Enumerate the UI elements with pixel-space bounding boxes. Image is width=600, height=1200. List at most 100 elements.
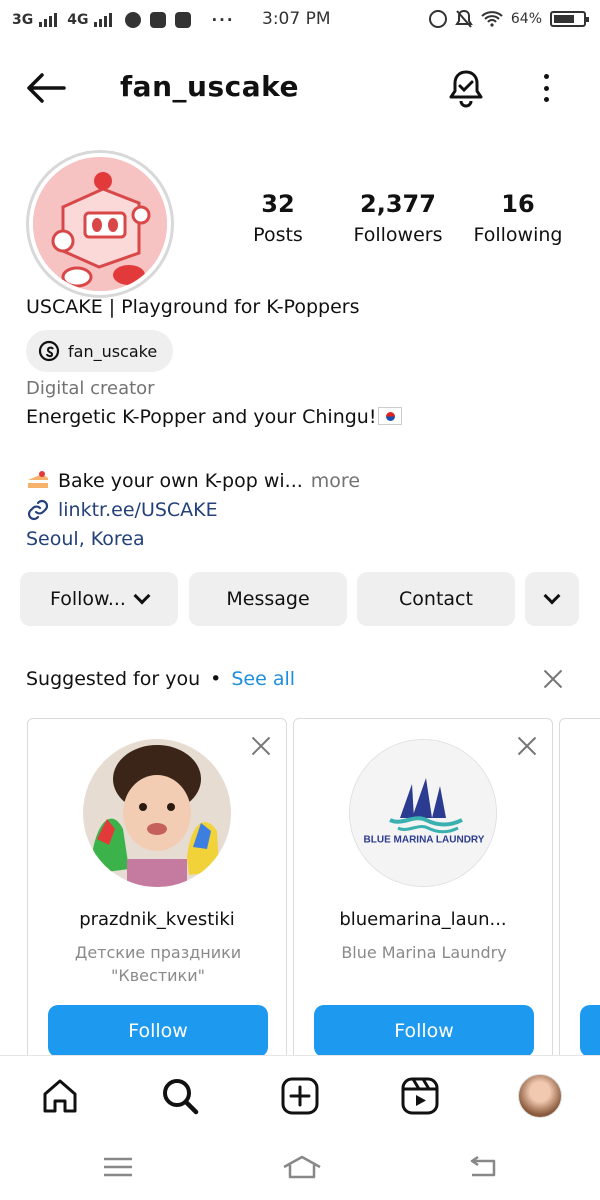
threads-handle: fan_uscake [68, 341, 158, 361]
korea-flag-icon [378, 407, 403, 425]
suggested-card[interactable] [559, 718, 600, 1068]
suggested-card[interactable]: prazdnik_kvestiki Детские праздники "Кве… [27, 718, 287, 1068]
profile-location[interactable]: Seoul, Korea [26, 528, 145, 550]
bio-link-text: linktr.ee/USCAKE [58, 499, 218, 521]
recent-apps-icon[interactable] [102, 1153, 134, 1181]
posts-count: 32 [261, 190, 295, 218]
network-3g-label: 3G [12, 12, 34, 28]
suggested-toggle-button[interactable] [525, 572, 579, 626]
contact-button[interactable]: Contact [357, 572, 515, 626]
following-count: 16 [501, 190, 535, 218]
arrow-left-icon [27, 73, 66, 103]
notification-app-icon [125, 12, 142, 28]
home-button-icon[interactable] [282, 1153, 322, 1181]
back-button[interactable] [26, 70, 66, 106]
profile-avatar[interactable] [26, 150, 174, 298]
threads-icon [38, 340, 60, 362]
notification-app-icon [175, 12, 192, 28]
follow-button[interactable]: Follow [48, 1005, 268, 1057]
nav-reels[interactable] [398, 1074, 442, 1118]
profile-stats: 32 Posts 2,377 Followers 16 Following [218, 190, 578, 246]
bio-line-1: Energetic K-Popper and your Chingu! [26, 406, 377, 428]
profile-header: fan_uscake [0, 60, 600, 116]
plus-square-icon [281, 1077, 319, 1115]
contact-button-label: Contact [399, 588, 473, 610]
bio-more-link[interactable]: more [311, 470, 360, 492]
follow-button[interactable]: Follow [314, 1005, 534, 1057]
youtube-notification-icon [150, 12, 167, 28]
followers-label: Followers [353, 224, 443, 246]
child-photo [83, 739, 231, 887]
threads-badge[interactable]: fan_uscake [26, 330, 174, 372]
status-bar: 3G 4G ··· 3:07 PM 64% [0, 0, 600, 40]
follow-button[interactable] [580, 1005, 600, 1057]
system-navigation [0, 1135, 600, 1200]
more-options-button[interactable] [534, 70, 558, 106]
suggested-username[interactable]: prazdnik_kvestiki [28, 909, 286, 930]
bell-check-icon [449, 70, 483, 108]
stat-following[interactable]: 16 Following [458, 190, 578, 246]
suggested-username[interactable]: bluemarina_laun... [294, 909, 552, 930]
suggested-header: Suggested for you • See all [26, 668, 295, 690]
separator-dot: • [210, 668, 222, 690]
see-all-link[interactable]: See all [231, 668, 295, 690]
stat-posts[interactable]: 32 Posts [218, 190, 338, 246]
profile-actions: Follow... Message Contact [20, 572, 580, 626]
follow-button-label: Follow... [50, 588, 126, 610]
stat-followers[interactable]: 2,377 Followers [338, 190, 458, 246]
follow-dropdown-button[interactable]: Follow... [20, 572, 178, 626]
nav-create[interactable] [278, 1074, 322, 1118]
profile-avatar-icon [518, 1074, 562, 1118]
bottom-navigation [0, 1055, 600, 1135]
dismiss-suggestions-icon[interactable] [542, 668, 564, 690]
bio-text-2: Bake your own K-pop wi... more [26, 470, 360, 492]
network-4g-label: 4G [67, 12, 89, 28]
suggested-subtitle: Детские праздники "Квестики" [74, 943, 242, 985]
suggested-subtitle: Blue Marina Laundry [341, 943, 507, 962]
battery-icon [550, 11, 589, 27]
dot-icon [543, 97, 549, 102]
message-button[interactable]: Message [189, 572, 347, 626]
back-system-icon[interactable] [466, 1153, 498, 1181]
profile-category: Digital creator [26, 378, 155, 399]
home-icon [43, 1079, 77, 1113]
alarm-icon [428, 10, 447, 28]
signal-icon [39, 13, 58, 27]
suggested-avatar[interactable]: BLUE MARINA LAUNDRY [349, 739, 497, 887]
logo-text: BLUE MARINA LAUNDRY [364, 834, 485, 845]
mute-icon [455, 9, 473, 28]
close-icon[interactable] [250, 735, 272, 757]
suggested-avatar[interactable] [83, 739, 231, 887]
reels-icon [401, 1077, 439, 1115]
blue-marina-logo: BLUE MARINA LAUNDRY [350, 740, 496, 886]
link-icon [27, 499, 49, 521]
profile-display-name: USCAKE | Playground for K-Poppers [26, 296, 360, 318]
cake-mascot-illustration [33, 157, 167, 291]
nav-profile[interactable] [518, 1074, 562, 1118]
cake-icon [28, 471, 48, 488]
suggested-title: Suggested for you [26, 668, 201, 690]
dot-icon [543, 74, 549, 79]
page-title: fan_uscake [120, 70, 299, 103]
battery-percent: 64% [510, 11, 542, 27]
chevron-down-icon [133, 587, 151, 605]
suggested-card[interactable]: BLUE MARINA LAUNDRY bluemarina_laun... B… [293, 718, 553, 1068]
notifications-button[interactable] [448, 68, 484, 108]
search-icon [163, 1079, 199, 1115]
avatar-image [33, 157, 167, 291]
signal-icon [94, 13, 113, 27]
posts-label: Posts [253, 224, 303, 246]
dot-icon [543, 85, 549, 91]
chevron-down-icon [543, 587, 561, 605]
bio-link[interactable]: linktr.ee/USCAKE [26, 498, 218, 522]
wifi-icon [481, 11, 503, 27]
followers-count: 2,377 [360, 190, 436, 218]
clock: 3:07 PM [262, 9, 331, 29]
nav-home[interactable] [38, 1074, 82, 1118]
message-button-label: Message [226, 588, 310, 610]
more-notifications-icon: ··· [211, 11, 235, 29]
following-label: Following [473, 224, 563, 246]
nav-search[interactable] [158, 1074, 202, 1118]
bio-line-2: Bake your own K-pop wi... [58, 470, 303, 492]
close-icon[interactable] [516, 735, 538, 757]
